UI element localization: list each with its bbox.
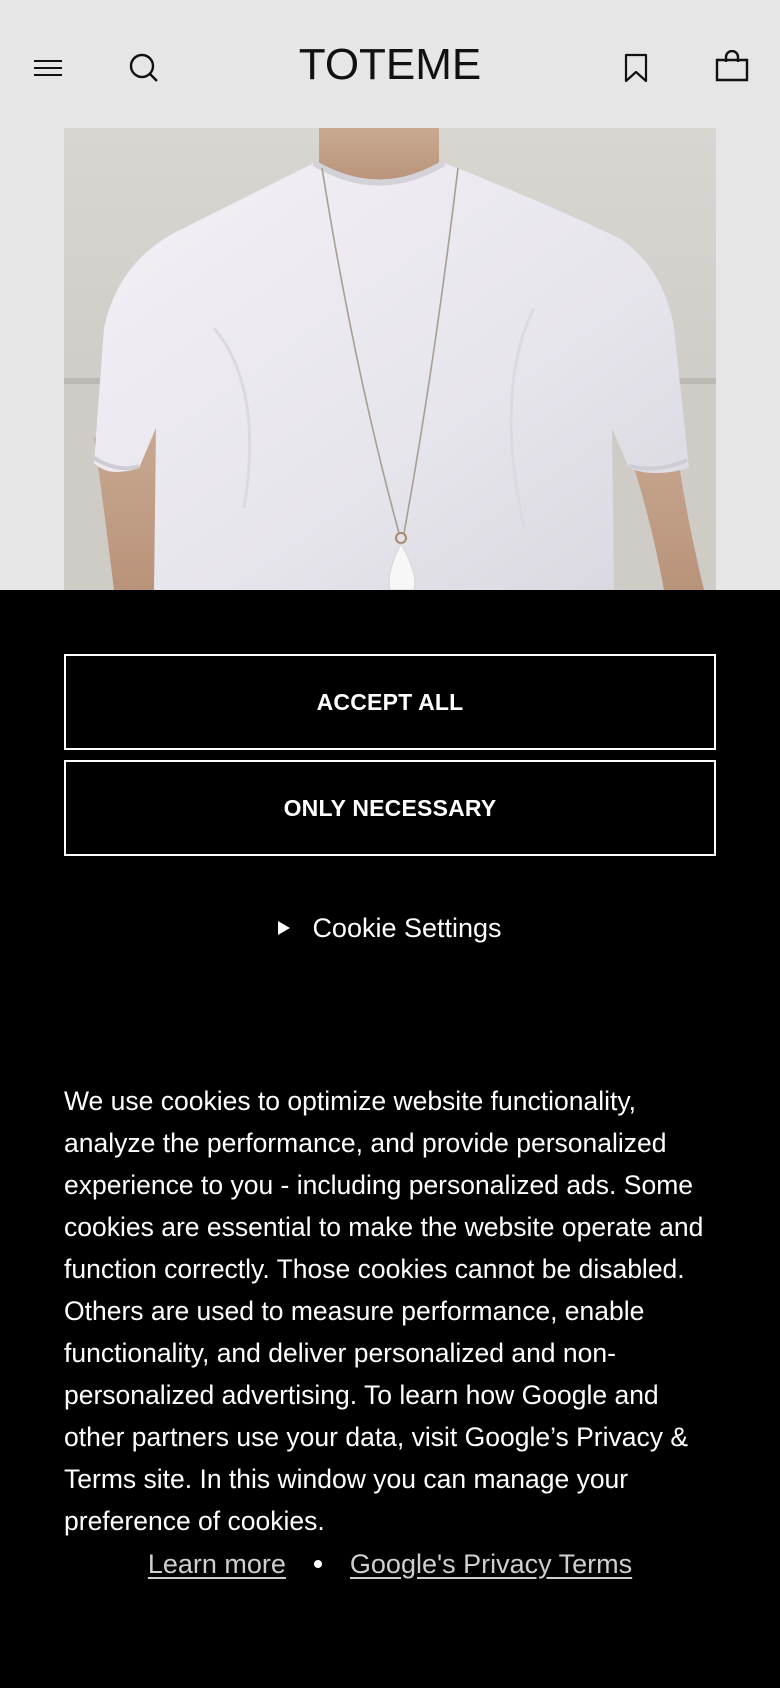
- disclosure-triangle-icon: [278, 921, 291, 935]
- hero-product-image[interactable]: [64, 128, 716, 590]
- search-icon[interactable]: [124, 48, 164, 88]
- cookie-links: Learn more Google's Privacy Terms: [0, 1542, 780, 1586]
- cookie-consent-banner: ACCEPT ALL ONLY NECESSARY Cookie Setting…: [0, 590, 780, 1688]
- only-necessary-button[interactable]: ONLY NECESSARY: [64, 760, 716, 856]
- site-header: TOTEME: [0, 0, 780, 128]
- accept-all-button[interactable]: ACCEPT ALL: [64, 654, 716, 750]
- cookie-settings-toggle[interactable]: Cookie Settings: [0, 908, 780, 948]
- separator-dot: [313, 1560, 322, 1568]
- google-privacy-terms-link[interactable]: Google's Privacy Terms: [350, 1549, 632, 1580]
- cookie-settings-label: Cookie Settings: [312, 912, 502, 943]
- brand-logo[interactable]: TOTEME: [290, 40, 490, 90]
- cookie-description: We use cookies to optimize website funct…: [64, 1086, 704, 1536]
- shopping-bag-icon[interactable]: [712, 46, 752, 86]
- learn-more-link[interactable]: Learn more: [148, 1549, 286, 1580]
- bookmark-icon[interactable]: [616, 48, 656, 88]
- hamburger-menu-icon[interactable]: [28, 48, 68, 88]
